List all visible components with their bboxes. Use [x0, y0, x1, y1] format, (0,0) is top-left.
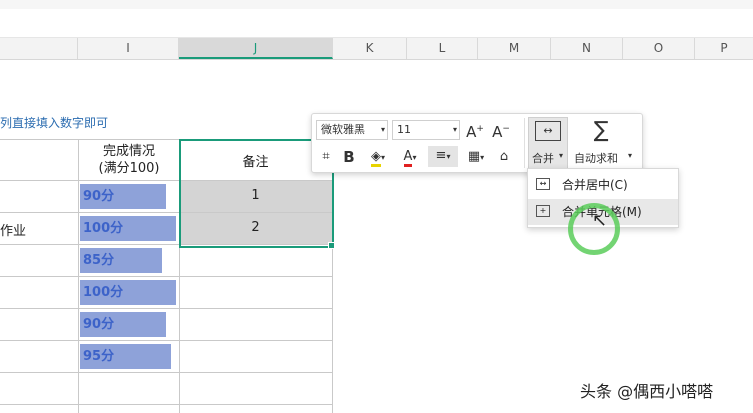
- column-header-i[interactable]: I: [78, 38, 179, 59]
- score-cell[interactable]: 100分: [80, 216, 123, 241]
- column-header-bar: I J K L M N O P: [0, 38, 753, 60]
- clear-format-icon[interactable]: ⌂: [494, 147, 514, 167]
- column-header-k[interactable]: K: [333, 38, 407, 59]
- autosum-label[interactable]: 自动求和: [574, 150, 618, 166]
- align-icon[interactable]: ≡▾: [428, 146, 458, 167]
- chevron-down-icon[interactable]: ▾: [628, 151, 632, 160]
- font-shrink-icon[interactable]: A−: [490, 119, 512, 142]
- fill-color-icon[interactable]: ◈▾: [364, 147, 392, 168]
- column-header-l[interactable]: L: [407, 38, 478, 59]
- fill-handle[interactable]: [328, 242, 335, 249]
- column-header-o[interactable]: O: [623, 38, 695, 59]
- grid-line: [0, 372, 333, 373]
- score-cell[interactable]: 90分: [80, 312, 114, 337]
- header-completion[interactable]: 完成情况 (满分100): [79, 143, 179, 177]
- column-header-m[interactable]: M: [478, 38, 551, 59]
- column-header-j[interactable]: J: [179, 38, 333, 59]
- score-cell[interactable]: 90分: [80, 184, 114, 209]
- chevron-down-icon[interactable]: ▾: [378, 120, 388, 140]
- column-header-blank[interactable]: [0, 38, 78, 59]
- toolbar-divider: [524, 118, 525, 168]
- border-icon[interactable]: ▦▾: [462, 147, 490, 168]
- menu-item-label: 合并居中(C): [562, 178, 628, 192]
- column-header-p[interactable]: P: [695, 38, 753, 59]
- merge-cells-icon: +: [536, 205, 550, 217]
- grid-line: [0, 276, 333, 277]
- score-cell[interactable]: 100分: [80, 280, 123, 305]
- merge-center-icon: ↔: [536, 178, 550, 190]
- chevron-down-icon[interactable]: ▾: [450, 120, 460, 140]
- mouse-cursor-icon: ↖: [592, 210, 608, 231]
- merge-cells-icon: ↔: [535, 121, 561, 141]
- formula-bar-area: [0, 9, 753, 38]
- grid-line: [0, 340, 333, 341]
- score-cell[interactable]: 85分: [80, 248, 114, 273]
- chevron-down-icon: ▾: [559, 151, 564, 160]
- floating-format-toolbar: 微软雅黑 ▾ 11 ▾ A+ A− ⌗ B ◈▾ A▾ ≡▾ ▦▾ ⌂ ↔ 合并…: [311, 113, 643, 173]
- column-header-n[interactable]: N: [551, 38, 623, 59]
- menu-item-merge-center[interactable]: ↔ 合并居中(C): [528, 172, 678, 198]
- merge-label: 合并: [532, 152, 554, 165]
- font-grow-icon[interactable]: A+: [464, 119, 486, 142]
- bold-icon[interactable]: B: [340, 147, 358, 167]
- score-cell[interactable]: 95分: [80, 344, 114, 369]
- font-color-icon[interactable]: A▾: [396, 147, 424, 168]
- autosum-icon[interactable]: ∑: [588, 119, 614, 143]
- watermark: 头条 @偶西小嗒嗒: [580, 382, 714, 401]
- row-label-fragment[interactable]: 作业: [0, 220, 26, 239]
- grid-line: [0, 404, 333, 405]
- instruction-text: 列直接填入数字即可: [0, 116, 109, 130]
- grid-line: [0, 308, 333, 309]
- merge-button[interactable]: ↔ 合并 ▾: [528, 117, 568, 169]
- format-painter-icon[interactable]: ⌗: [316, 147, 336, 167]
